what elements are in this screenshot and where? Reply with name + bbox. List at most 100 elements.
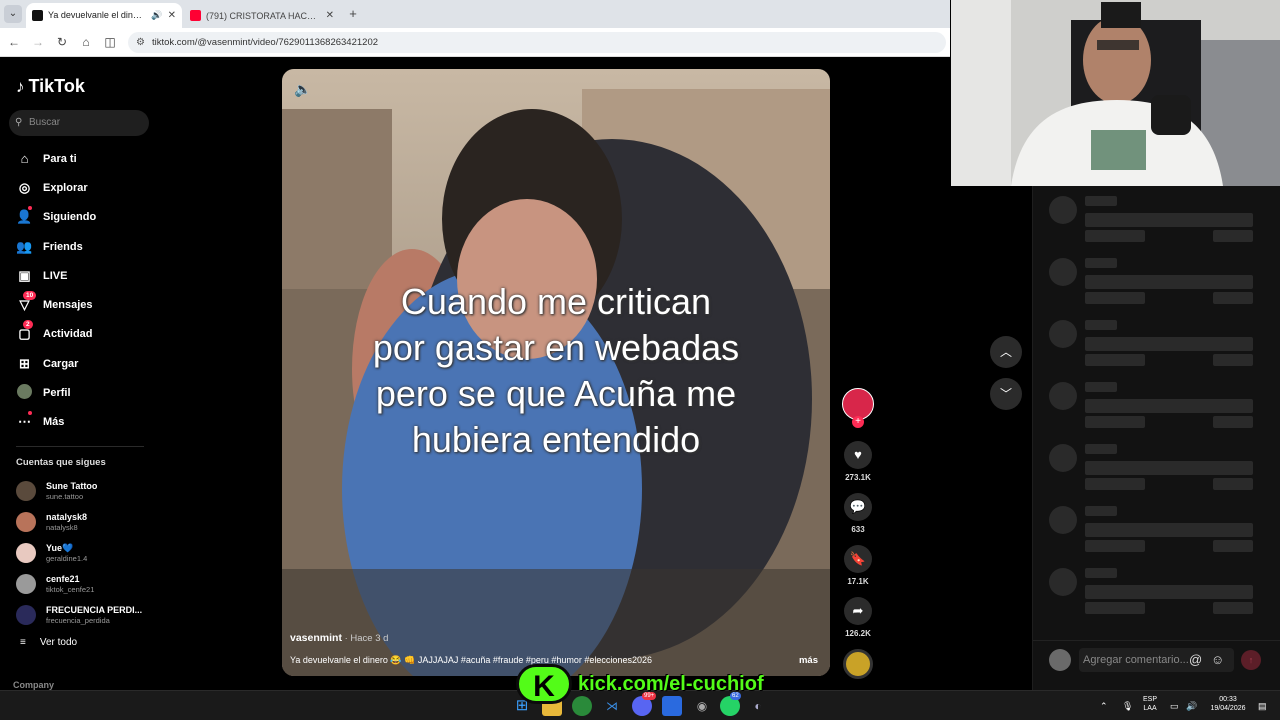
comment-skeleton: [1049, 196, 1271, 246]
tiktok-logo-icon: ♪: [16, 76, 25, 96]
kick-url: kick.com/el-cuchiof: [578, 672, 764, 695]
following-icon: 👤: [16, 206, 33, 225]
comment-composer: Agregar comentario... @ ☺ ↑: [1033, 640, 1280, 680]
send-button[interactable]: ↑: [1241, 650, 1261, 670]
nav-item-perfil[interactable]: Perfil: [0, 378, 160, 407]
avatar: [16, 542, 36, 563]
new-tab-button[interactable]: +: [344, 6, 362, 22]
overlay-line: pero se que Acuña me: [375, 373, 737, 414]
chevron-up-icon[interactable]: ⌃: [1100, 691, 1108, 720]
account-name: Yue💙: [46, 542, 74, 553]
share-button[interactable]: ➦ 126.2K: [844, 597, 872, 638]
site-info-icon[interactable]: ⚙: [136, 32, 145, 53]
nav-item-live[interactable]: ▣ LIVE: [0, 261, 160, 290]
youtube-favicon-icon: [190, 10, 201, 21]
account-name: natalysk8: [46, 512, 88, 523]
video-author[interactable]: vasenmint · Hace 3 d: [290, 632, 388, 644]
close-tab-icon[interactable]: ✕: [326, 10, 334, 21]
mention-icon[interactable]: @: [1189, 648, 1202, 672]
activity-icon: ▢ 2: [18, 320, 33, 342]
follow-plus-icon[interactable]: +: [852, 416, 864, 428]
account-name: cenfe21: [46, 573, 80, 584]
language-indicator[interactable]: ESP LAA: [1143, 695, 1157, 713]
sound-disc[interactable]: [843, 649, 873, 679]
nav-item-mas[interactable]: ⋯ Más: [0, 408, 160, 437]
nav-item-cargar[interactable]: ⊞ Cargar: [0, 349, 160, 378]
clock-time: 00:33: [1219, 696, 1237, 703]
notifications-icon[interactable]: ▤: [1258, 691, 1267, 720]
tab-title: (791) CRISTORATA HACE COMP...: [206, 10, 321, 21]
posted-time: · Hace 3 d: [341, 633, 389, 644]
back-icon[interactable]: ←: [6, 34, 22, 50]
home-icon[interactable]: ⌂: [78, 34, 94, 50]
nav-label: Para ti: [43, 152, 77, 165]
search-placeholder: Buscar: [29, 117, 61, 128]
friends-icon: 👥: [16, 238, 33, 254]
nav-item-friends[interactable]: 👥 Friends: [0, 232, 160, 261]
live-icon: ▣: [18, 267, 31, 283]
bookmark-icon: 🔖: [844, 545, 872, 573]
search-input[interactable]: ⚲ Buscar: [9, 110, 149, 136]
notification-dot: [28, 206, 32, 211]
nav-item-actividad[interactable]: ▢ 2 Actividad: [0, 320, 160, 349]
sidebar-toggle-icon[interactable]: ◫: [102, 34, 118, 50]
save-count: 17.1K: [847, 577, 869, 586]
mute-icon[interactable]: 🔈: [294, 81, 311, 98]
speaker-icon[interactable]: 🔊: [151, 10, 162, 21]
nav-item-siguiendo[interactable]: 👤 Siguiendo: [0, 203, 160, 232]
clock[interactable]: 00:33 19/04/2026: [1208, 695, 1248, 713]
forward-icon[interactable]: →: [30, 34, 46, 50]
tiktok-logo[interactable]: ♪ TikTok: [16, 76, 85, 97]
upload-icon: ⊞: [19, 355, 30, 371]
company-link[interactable]: Company: [13, 680, 54, 690]
microphone-icon[interactable]: 🎙: [1122, 691, 1133, 720]
browser-toolbar: ← → ↻ ⌂ ◫ ⚙ tiktok.com/@vasenmint/video/…: [0, 28, 950, 57]
nav-label: Perfil: [43, 387, 71, 400]
following-account[interactable]: Sune Tattoo sune.tattoo: [16, 476, 156, 507]
see-all-link[interactable]: ≡ Ver todo: [20, 637, 77, 648]
account-handle: sune.tattoo: [46, 492, 84, 502]
nav-label: Cargar: [43, 357, 79, 370]
network-icon[interactable]: ▭: [1170, 691, 1179, 720]
more-button[interactable]: más: [799, 655, 818, 666]
tab-search-button[interactable]: ⌄: [4, 5, 22, 23]
following-title: Cuentas que sigues: [16, 457, 106, 468]
address-bar[interactable]: ⚙ tiktok.com/@vasenmint/video/7629011368…: [128, 32, 946, 53]
following-account[interactable]: Yue💙 geraldine1.4: [16, 538, 156, 569]
reload-icon[interactable]: ↻: [54, 34, 70, 50]
nav-item-para-ti[interactable]: ⌂ Para ti: [0, 144, 160, 173]
comment-skeleton: [1049, 444, 1271, 494]
next-video-button[interactable]: ﹀: [990, 378, 1022, 410]
comment-button[interactable]: 💬 633: [844, 493, 872, 534]
video-overlay-text: Cuando me critican por gastar en webadas…: [282, 279, 830, 463]
nav-label: Explorar: [43, 181, 88, 194]
search-icon: ⚲: [15, 117, 23, 128]
compass-icon: ◎: [18, 179, 31, 195]
browser-tab-tiktok[interactable]: Ya devuelvanle el dinero 😂 🤫 ... 🔊 ✕: [26, 3, 182, 28]
close-tab-icon[interactable]: ✕: [168, 10, 176, 21]
avatar: [16, 481, 36, 502]
webcam-overlay: [951, 0, 1280, 186]
emoji-icon[interactable]: ☺: [1211, 648, 1224, 672]
avatar: [16, 512, 36, 533]
following-account[interactable]: FRECUENCIA PERDI... frecuencia_perdida: [16, 599, 156, 630]
nav-label: Siguiendo: [43, 211, 97, 224]
webcam-frame: [951, 0, 1280, 186]
clock-date: 19/04/2026: [1210, 705, 1246, 712]
video-player[interactable]: 🔈 Cuando me critican por gastar en webad…: [282, 69, 830, 676]
main-nav: ⌂ Para ti ◎ Explorar 👤 Siguiendo 👥 Frien…: [0, 144, 160, 437]
notification-dot: [28, 411, 32, 416]
url-text: tiktok.com/@vasenmint/video/762901136826…: [152, 37, 379, 48]
previous-video-button[interactable]: ︿: [990, 336, 1022, 368]
comment-icon: 💬: [844, 493, 872, 521]
nav-item-explorar[interactable]: ◎ Explorar: [0, 173, 160, 202]
like-button[interactable]: ♥ 273.1K: [844, 441, 872, 482]
nav-item-mensajes[interactable]: ▽ 10 Mensajes: [0, 290, 160, 319]
like-count: 273.1K: [845, 473, 871, 482]
save-button[interactable]: 🔖 17.1K: [844, 545, 872, 586]
following-account[interactable]: natalysk8 natalysk8: [16, 507, 156, 538]
following-account[interactable]: cenfe21 tiktok_cenfe21: [16, 568, 156, 599]
messages-icon: ▽ 10: [16, 291, 37, 313]
browser-tab-youtube[interactable]: (791) CRISTORATA HACE COMP... ✕: [184, 3, 340, 28]
volume-icon[interactable]: 🔊: [1186, 691, 1197, 720]
